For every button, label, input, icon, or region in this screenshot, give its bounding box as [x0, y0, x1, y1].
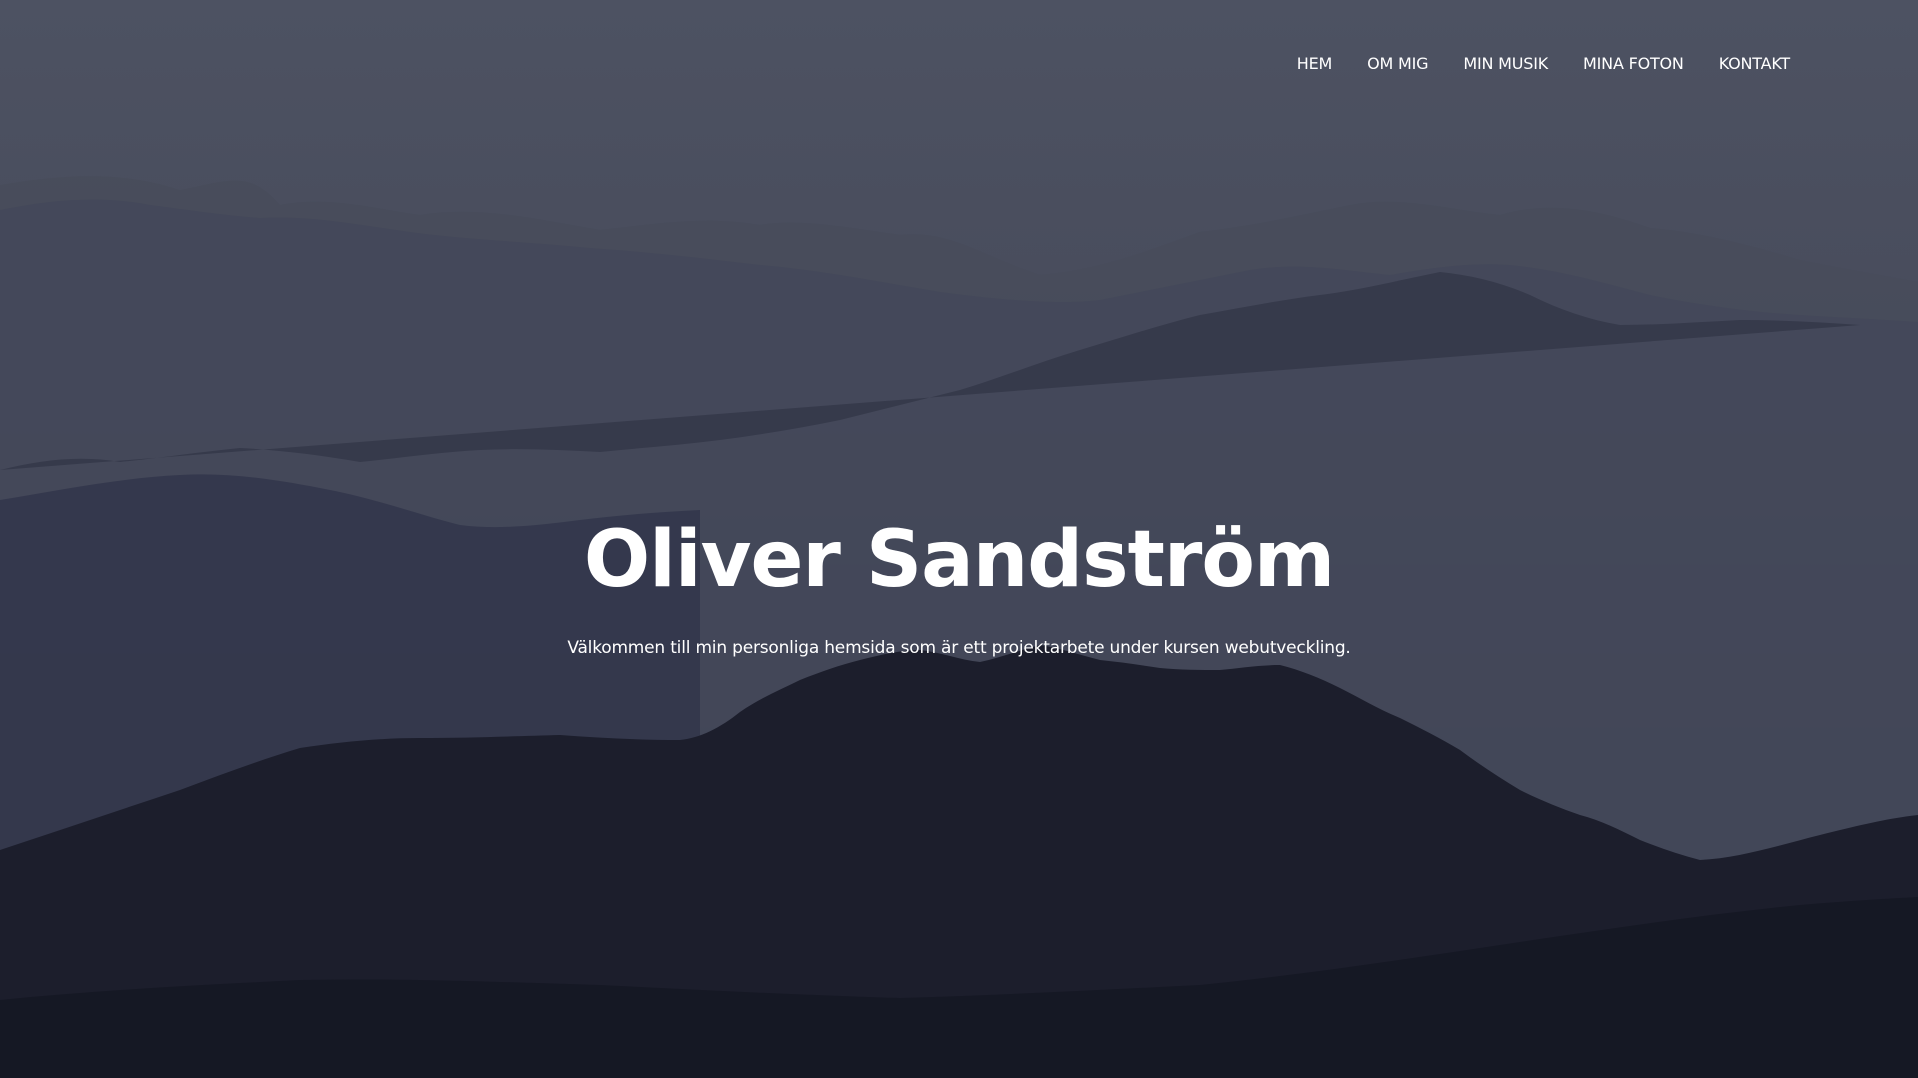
main-navigation: HEM OM MIG MIN MUSIK MINA FOTON KONTAKT [1297, 52, 1790, 76]
nav-item-mina-foton[interactable]: MINA FOTON [1583, 52, 1684, 76]
hero-subtitle: Välkommen till min personliga hemsida so… [567, 638, 1351, 658]
nav-item-min-musik[interactable]: MIN MUSIK [1463, 52, 1548, 76]
hero-content: Oliver Sandström Välkommen till min pers… [0, 510, 1918, 660]
hero-section: HEM OM MIG MIN MUSIK MINA FOTON KONTAKT … [0, 0, 1918, 1078]
nav-item-kontakt[interactable]: KONTAKT [1719, 52, 1790, 76]
nav-item-hem[interactable]: HEM [1297, 52, 1333, 76]
nav-item-om-mig[interactable]: OM MIG [1367, 52, 1428, 76]
hero-title: Oliver Sandström [583, 515, 1335, 605]
